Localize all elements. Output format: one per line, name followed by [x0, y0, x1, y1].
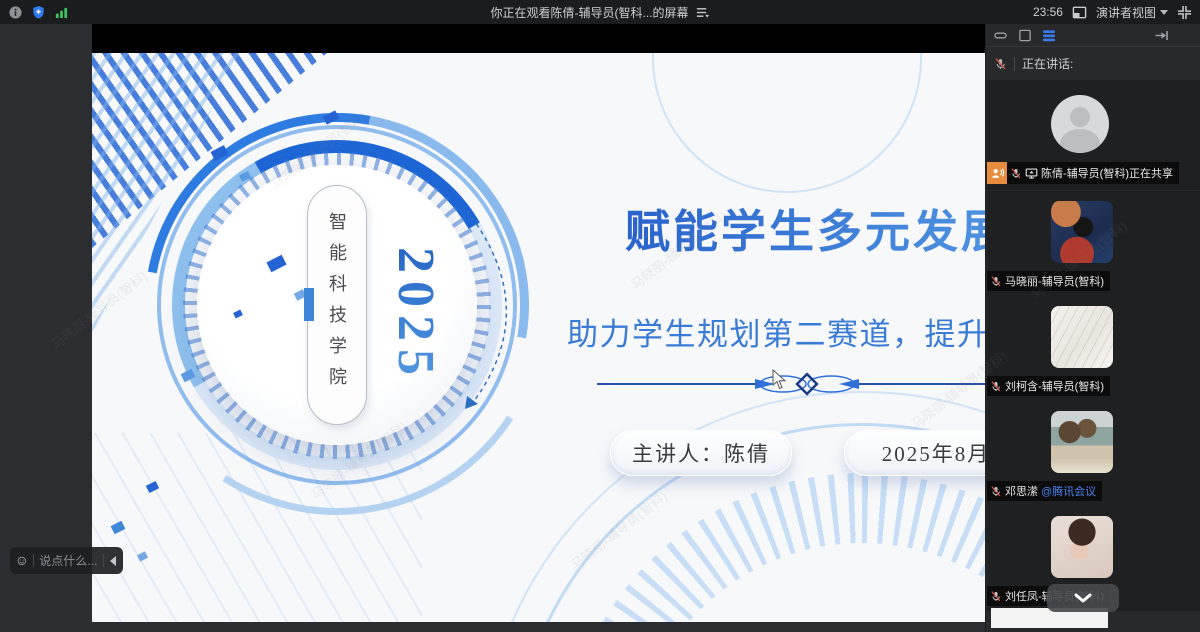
avatar-placeholder	[1051, 95, 1109, 153]
decor-shape	[652, 53, 922, 193]
view-mode-label: 演讲者视图	[1096, 4, 1156, 21]
share-menu-icon[interactable]	[695, 6, 710, 19]
college-capsule: 智能科技学院	[307, 185, 367, 425]
watching-title: 你正在观看陈倩-辅导员(智科...的屏幕	[491, 4, 689, 21]
participant-label: 陈倩-辅导员(智科)正在共享	[987, 162, 1179, 184]
mic-muted-icon	[990, 485, 1002, 498]
college-name: 智能科技学院	[324, 212, 350, 398]
presenter-badge-icon	[987, 162, 1007, 184]
slide-year: 2025	[387, 220, 443, 410]
scroll-more-participants-button[interactable]	[1047, 584, 1119, 612]
list-view-icon-active[interactable]	[1042, 28, 1056, 43]
gallery-view-icon[interactable]	[1018, 28, 1032, 43]
participant-tile[interactable]: 马晓丽-辅导员(智科)	[987, 191, 1200, 296]
mic-muted-icon	[994, 57, 1007, 71]
participant-tile[interactable]: 陈倩-辅导员(智科)正在共享	[987, 80, 1200, 190]
mic-muted-icon	[990, 380, 1002, 393]
view-mode-dropdown[interactable]: 演讲者视图	[1096, 4, 1168, 21]
divider-ornament	[597, 371, 985, 397]
mouse-cursor	[772, 369, 787, 390]
participants-sidebar: 正在讲话: 陈倩-辅导员(智科)正在共享 马晓丽-辅导员(智科)	[985, 24, 1200, 632]
decor-shape	[304, 288, 314, 321]
chevron-down-icon	[1074, 593, 1092, 603]
participant-label: 马晓丽-辅导员(智科)	[987, 271, 1110, 291]
collapse-sidebar-icon[interactable]	[1154, 28, 1169, 43]
participant-avatar	[1051, 306, 1113, 368]
sidebar-toolbar	[986, 24, 1200, 47]
participant-label: 邓思潆 @腾讯会议	[987, 481, 1102, 501]
speaker-pill: 主讲人：陈倩	[610, 430, 792, 476]
date-pill: 2025年8月23日	[844, 430, 985, 476]
participant-avatar	[1051, 411, 1113, 473]
participant-avatar	[1051, 516, 1113, 578]
exit-fullscreen-icon[interactable]	[1177, 5, 1192, 20]
slide-date: 2025年8月23日	[882, 438, 985, 468]
participant-tag: @腾讯会议	[1041, 483, 1096, 499]
clock-time: 23:56	[1033, 5, 1063, 19]
participant-tile[interactable]: 刘柯含-辅导员(智科)	[987, 296, 1200, 401]
mic-muted-icon	[990, 275, 1002, 288]
participant-name: 刘柯含-辅导员(智科)	[1005, 378, 1104, 394]
titlebar-right: 23:56 演讲者视图	[1033, 0, 1192, 24]
layout-icon	[1072, 5, 1087, 20]
decor-shape	[480, 391, 985, 622]
chat-input[interactable]: 说点什么...	[39, 552, 97, 569]
titlebar: 你正在观看陈倩-辅导员(智科...的屏幕 23:56 演讲者视图	[0, 0, 1200, 24]
divider	[1014, 57, 1015, 71]
meeting-app-window: 你正在观看陈倩-辅导员(智科...的屏幕 23:56 演讲者视图	[0, 0, 1200, 632]
emoji-icon[interactable]	[17, 554, 27, 568]
dashed-arrow-arc	[447, 203, 537, 418]
shared-slide: 智能科技学院 2025 赋能学生多元发展 助力学生规划第二赛道，提升综合 主讲人…	[92, 53, 985, 622]
mic-muted-icon	[990, 590, 1002, 603]
mic-muted-icon	[1010, 167, 1022, 180]
speaker-name: 主讲人：陈倩	[632, 438, 770, 468]
speaking-indicator-row: 正在讲话:	[986, 48, 1200, 79]
collapse-left-icon[interactable]	[110, 556, 116, 566]
screen-share-icon	[1025, 167, 1038, 180]
participant-name: 马晓丽-辅导员(智科)	[1005, 273, 1104, 289]
participant-avatar	[1051, 201, 1113, 263]
participant-label: 刘柯含-辅导员(智科)	[987, 376, 1110, 396]
divider	[33, 554, 34, 567]
titlebar-center: 你正在观看陈倩-辅导员(智科...的屏幕	[0, 0, 1200, 24]
speaking-label: 正在讲话:	[1022, 55, 1073, 72]
participant-name: 陈倩-辅导员(智科)正在共享	[1041, 165, 1173, 181]
slide-subtitle: 助力学生规划第二赛道，提升综合	[567, 309, 985, 354]
chevron-down-icon	[1160, 10, 1168, 15]
minimized-view-icon[interactable]	[994, 28, 1008, 43]
divider	[103, 554, 104, 567]
chat-quick-bar[interactable]: 说点什么...	[10, 547, 123, 574]
shared-screen-letterbox	[92, 24, 985, 53]
participant-name: 邓思潆	[1005, 483, 1038, 499]
participant-tile[interactable]: 邓思潆 @腾讯会议	[987, 401, 1200, 506]
slide-title: 赋能学生多元发展	[625, 195, 985, 260]
